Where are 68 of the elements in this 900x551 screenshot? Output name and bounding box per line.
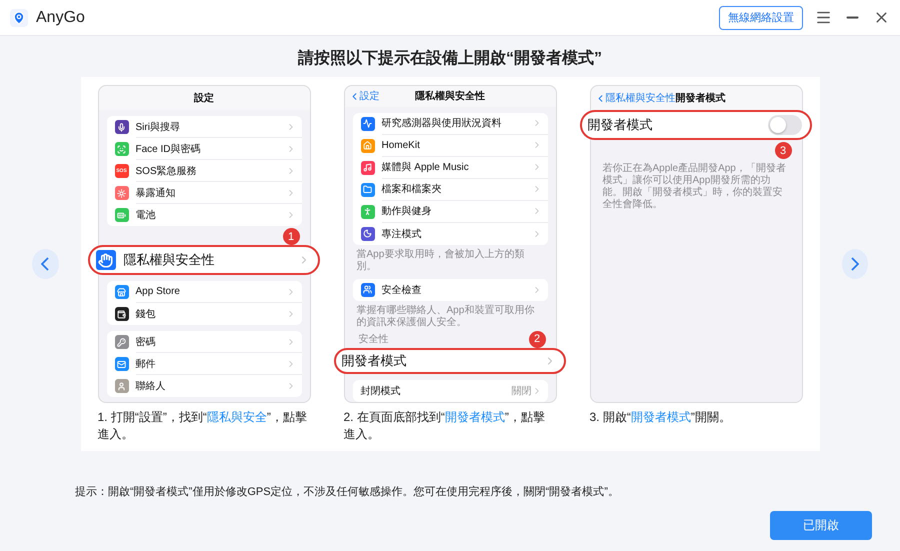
screen-title: 隱私權與安全性 — [415, 89, 485, 104]
row-label: 安全檢查 — [382, 284, 422, 297]
next-button[interactable] — [842, 249, 868, 279]
row-label: Siri與搜尋 — [136, 120, 181, 134]
highlighted-row[interactable]: 開發者模式 — [580, 110, 812, 140]
row-label: 電池 — [136, 208, 156, 222]
back-link[interactable]: 設定 — [348, 89, 415, 104]
settings-row[interactable]: 專注模式 — [352, 222, 548, 245]
previous-button[interactable] — [32, 249, 58, 279]
footnote: 若你正在為Apple產品開發App，「開發者模式」讓你可以使用App開發所需的功能。開啟「開發者模式」時，你的裝置安全性會降低。 — [602, 163, 787, 211]
settings-row[interactable]: 動作與健身 — [352, 200, 548, 223]
settings-row[interactable]: 媒體與 Apple Music — [352, 156, 548, 179]
section-label: 安全性 — [358, 332, 390, 346]
settings-row[interactable]: 密碼 — [106, 331, 302, 353]
row-label: 開發者模式 — [588, 116, 654, 134]
row-label: 媒體與 Apple Music — [382, 160, 470, 174]
row-label: 研究感測器與使用狀況資料 — [382, 116, 502, 130]
footnote: 當App要求取用時，會被加入上方的類別。 — [356, 248, 526, 273]
step-badge: 3 — [774, 142, 792, 159]
settings-row[interactable]: 封閉模式 關閉 — [352, 380, 548, 402]
screen-title: 開發者模式 — [676, 92, 726, 105]
toggle-switch[interactable] — [768, 115, 802, 135]
row-label: 密碼 — [136, 336, 156, 348]
step-caption: 1. 打開“設置”，找到“隱私與安全”，點擊進入。 — [98, 409, 308, 443]
settings-row[interactable]: 郵件 — [106, 353, 302, 375]
step-badge: 2 — [528, 330, 546, 348]
highlighted-row[interactable]: 隱私權與安全性 — [88, 245, 320, 275]
app-name: AnyGo — [36, 8, 86, 26]
settings-row[interactable]: 檔案和檔案夾 — [352, 178, 548, 201]
screen-title: 設定 — [194, 91, 214, 105]
row-value: 關閉 — [512, 385, 532, 398]
chevron-left-icon — [41, 257, 50, 271]
settings-row[interactable]: App Store — [106, 281, 302, 303]
settings-row[interactable]: 安全檢查 — [352, 278, 548, 301]
row-label: 封閉模式 — [360, 384, 402, 398]
row-label: 隱私權與安全性 — [124, 251, 216, 269]
page-heading: 請按照以下提示在設備上開啟“開發者模式” — [296, 48, 603, 69]
step-badge: 1 — [282, 228, 300, 245]
row-label: Face ID與密碼 — [136, 142, 202, 156]
settings-row[interactable]: HomeKit — [352, 134, 548, 157]
chevron-right-icon — [850, 257, 859, 271]
row-label: 開發者模式 — [342, 352, 408, 370]
step-caption: 2. 在頁面底部找到“開發者模式”，點擊進入。 — [344, 409, 546, 443]
row-label: 聯絡人 — [136, 380, 166, 393]
row-label: 專注模式 — [382, 228, 422, 241]
row-label: 暴露通知 — [136, 186, 176, 200]
back-link[interactable]: 隱私權與安全性 — [594, 91, 676, 105]
row-label: 檔案和檔案夾 — [382, 182, 442, 196]
location-pin-icon — [10, 8, 28, 26]
settings-row[interactable]: Face ID與密碼 — [106, 138, 302, 160]
footnote: 掌握有哪些聯絡人、App和裝置可取用你的資訊來保護個人安全。 — [356, 304, 536, 329]
row-label: HomeKit — [382, 140, 421, 151]
row-label: App Store — [136, 286, 181, 297]
row-label: 郵件 — [136, 358, 156, 370]
row-label: SOS緊急服務 — [136, 164, 198, 178]
highlighted-row[interactable]: 開發者模式 — [334, 348, 566, 374]
settings-row[interactable]: 暴露通知 — [106, 182, 302, 204]
settings-row[interactable]: 聯絡人 — [106, 375, 302, 397]
settings-row[interactable]: 研究感測器與使用狀況資料 — [352, 112, 548, 135]
step-caption: 3. 開啟“開發者模式”開關。 — [590, 409, 732, 426]
settings-row[interactable]: Siri與搜尋 — [106, 116, 302, 138]
row-label: 動作與健身 — [382, 204, 432, 218]
wifi-settings-button[interactable]: 無線網絡設置 — [719, 6, 803, 30]
settings-row[interactable]: 電池 — [106, 204, 302, 226]
settings-row[interactable]: 錢包 — [106, 303, 302, 325]
row-label: 錢包 — [136, 308, 156, 321]
tip-text: 提示：開啟“開發者模式”僅用於修改GPS定位，不涉及任何敏感操作。您可在使用完程序後，關閉“開發者模式”。 — [75, 484, 620, 499]
menu-icon[interactable] — [815, 9, 832, 26]
